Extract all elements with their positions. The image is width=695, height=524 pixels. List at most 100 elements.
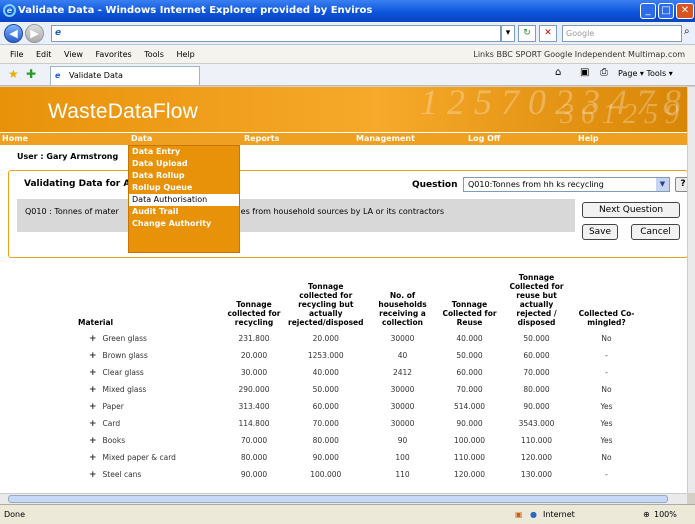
table-cell: 110 [395, 470, 410, 479]
menu-view[interactable]: View [64, 50, 83, 59]
menu-favorites[interactable]: Favorites [96, 50, 132, 59]
nav-home[interactable]: Home [2, 133, 28, 145]
user-label: User : Gary Armstrong [17, 152, 119, 161]
panel-title: Validating Data for Ap [24, 179, 137, 189]
material-name: Green glass [102, 333, 147, 343]
menu-item-data-rollup[interactable]: Data Rollup [129, 170, 239, 182]
menu-help[interactable]: Help [176, 50, 194, 59]
tab-page-icon: e [55, 71, 61, 80]
stop-icon[interactable]: ✕ [539, 25, 557, 42]
material-name: Steel cans [102, 469, 142, 479]
menu-file[interactable]: File [10, 50, 23, 59]
expand-icon[interactable]: + [89, 351, 97, 361]
table-cell: 70.000 [312, 419, 339, 428]
zoom-level[interactable]: 100% [654, 505, 677, 524]
menu-item-data-upload[interactable]: Data Upload [129, 158, 239, 170]
home-icon[interactable]: ⌂ [555, 67, 561, 78]
table-cell: 130.000 [521, 470, 553, 479]
nav-management[interactable]: Management [356, 133, 415, 145]
material-name: Card [102, 418, 121, 428]
nav-log-off[interactable]: Log Off [468, 133, 500, 145]
page-tools-menu[interactable]: Page ▾ Tools ▾ [618, 69, 673, 78]
search-icon[interactable]: ⌕ [684, 26, 690, 37]
add-favorite-icon[interactable]: ✚ [26, 67, 36, 81]
menu-item-rollup-queue[interactable]: Rollup Queue [129, 182, 239, 194]
question-text: Q010 : Tonnes of mater e schemes from hou… [17, 199, 575, 232]
horizontal-scrollbar[interactable] [0, 493, 687, 504]
expand-icon[interactable]: + [89, 436, 97, 446]
material-cell[interactable]: + Steel cans [75, 466, 223, 483]
table-cell: 60.000 [523, 351, 550, 360]
material-cell[interactable]: + Paper [75, 398, 223, 415]
table-cell: - [605, 368, 608, 377]
material-cell[interactable]: + Card [75, 415, 223, 432]
table-cell: 70.000 [240, 436, 268, 445]
table-cell: 290.000 [238, 385, 270, 394]
feeds-icon[interactable]: ▣ [580, 67, 589, 78]
minimize-icon[interactable]: _ [640, 3, 656, 19]
ie-logo-icon: e [3, 4, 16, 17]
material-name: Books [102, 435, 126, 445]
materials-table: Material Tonnage collected for recycling… [75, 273, 641, 483]
banner-decoration-2: 3 6 1 2 5 9 [560, 99, 679, 130]
expand-icon[interactable]: + [89, 402, 97, 412]
expand-icon[interactable]: + [89, 419, 97, 429]
material-cell[interactable]: + Brown glass [75, 347, 223, 364]
question-select[interactable]: Q010:Tonnes from hh ks recycling ▼ [463, 177, 670, 192]
material-name: Mixed paper & card [102, 452, 176, 462]
menu-tools[interactable]: Tools [144, 50, 164, 59]
maximize-icon[interactable]: □ [658, 3, 674, 19]
favorites-star-icon[interactable]: ★ [8, 67, 19, 81]
expand-icon[interactable]: + [89, 334, 97, 344]
menu-item-data-authorisation[interactable]: Data Authorisation [129, 194, 239, 206]
tab-validate-data[interactable]: e Validate Data [50, 66, 200, 85]
chevron-down-icon: ▼ [656, 178, 669, 191]
material-cell[interactable]: + Books [75, 432, 223, 449]
print-icon[interactable]: ⎙ [600, 67, 608, 78]
protected-mode-icon: ▣ [515, 510, 523, 519]
expand-icon[interactable]: + [89, 385, 97, 395]
nav-data[interactable]: Data [131, 133, 152, 145]
table-cell: 100 [395, 453, 410, 462]
col-header-tonnage-recycling: Tonnage collected for recycling [227, 300, 281, 327]
table-cell: 70.000 [523, 368, 550, 377]
menu-edit[interactable]: Edit [36, 50, 52, 59]
menu-item-audit-trail[interactable]: Audit Trail [129, 206, 239, 218]
close-icon[interactable]: ✕ [676, 3, 694, 19]
cancel-button[interactable]: Cancel [631, 224, 680, 240]
menu-item-data-entry[interactable]: Data Entry [129, 146, 239, 158]
address-dropdown-icon[interactable]: ▾ [501, 25, 515, 42]
forward-button[interactable]: ▶ [25, 24, 44, 43]
nav-reports[interactable]: Reports [244, 133, 279, 145]
table-cell: 90 [397, 436, 408, 445]
material-cell[interactable]: + Mixed paper & card [75, 449, 223, 466]
table-cell: 50.000 [312, 385, 339, 394]
next-question-button[interactable]: Next Question [582, 202, 680, 218]
col-header-material: Material [78, 318, 114, 327]
search-input[interactable]: Google [562, 25, 682, 42]
links-bar[interactable]: Links BBC SPORT Google Independent Multi… [473, 45, 685, 64]
table-cell: Yes [600, 436, 613, 445]
table-cell: 313.400 [238, 402, 270, 411]
table-cell: 50.000 [523, 334, 550, 343]
address-input[interactable]: e [51, 25, 501, 42]
expand-icon[interactable]: + [89, 470, 97, 480]
scrollbar-thumb[interactable] [8, 495, 668, 503]
expand-icon[interactable]: + [89, 368, 97, 378]
help-button[interactable]: ? [675, 177, 687, 192]
expand-icon[interactable]: + [89, 453, 97, 463]
vertical-scrollbar[interactable] [687, 87, 695, 493]
refresh-icon[interactable]: ↻ [518, 25, 536, 42]
material-cell[interactable]: + Mixed glass [75, 381, 223, 398]
material-cell[interactable]: + Green glass [75, 330, 223, 347]
save-button[interactable]: Save [582, 224, 618, 240]
table-cell: 50.000 [456, 351, 483, 360]
table-cell: 1253.000 [307, 351, 344, 360]
back-button[interactable]: ◀ [4, 24, 23, 43]
table-cell: 60.000 [456, 368, 483, 377]
material-cell[interactable]: + Clear glass [75, 364, 223, 381]
menu-item-change-authority[interactable]: Change Authority [129, 218, 239, 230]
table-cell: 30000 [390, 402, 415, 411]
nav-help[interactable]: Help [578, 133, 599, 145]
table-cell: No [601, 385, 612, 394]
